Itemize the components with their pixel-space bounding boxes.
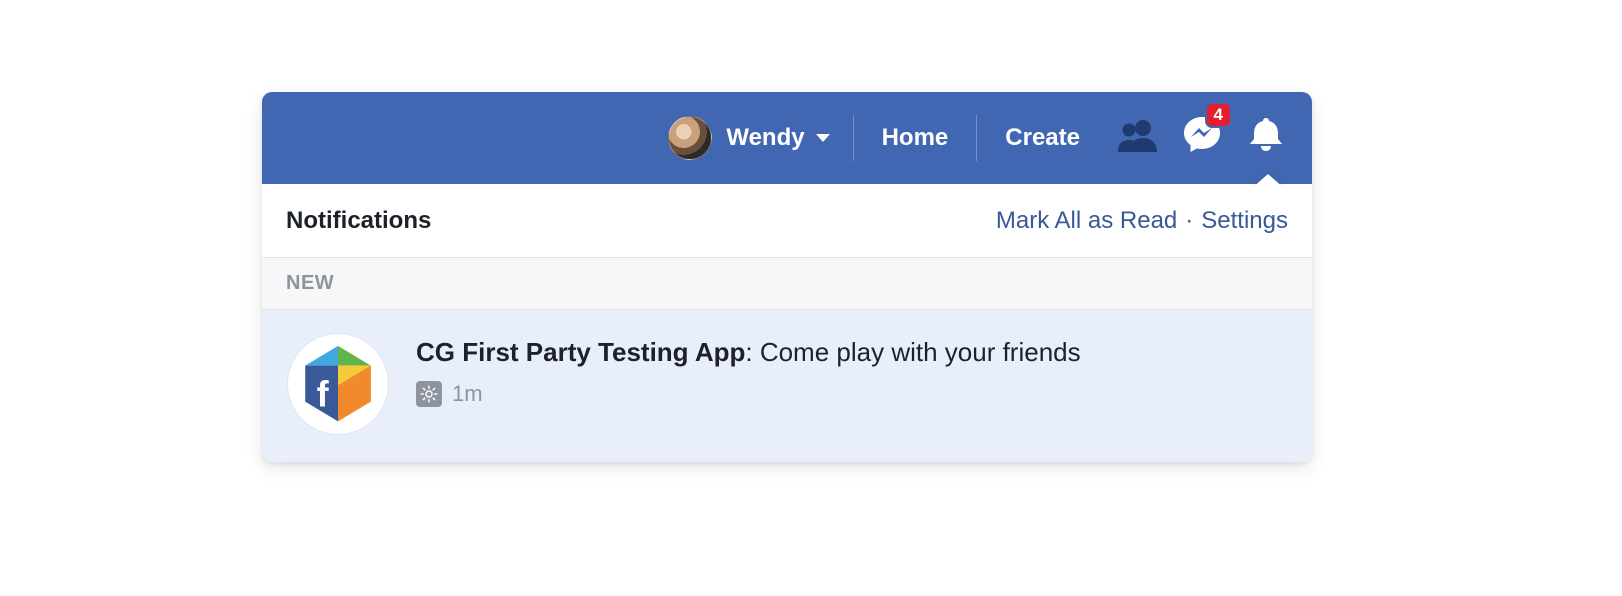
- messenger-badge: 4: [1207, 104, 1230, 126]
- notification-type-icon: [416, 381, 442, 407]
- section-new-label: NEW: [262, 258, 1312, 310]
- caret-down-icon: [815, 132, 831, 144]
- dropdown-header: Notifications Mark All as Read · Setting…: [262, 184, 1312, 258]
- friend-requests-button[interactable]: [1106, 92, 1170, 184]
- friends-icon: [1117, 118, 1159, 159]
- messenger-button[interactable]: 4: [1170, 92, 1234, 184]
- notification-item[interactable]: f CG First Party Testing App: Come play …: [262, 310, 1312, 462]
- nav-separator: [976, 115, 977, 161]
- notification-body: CG First Party Testing App: Come play wi…: [416, 334, 1286, 434]
- nav-separator: [853, 115, 854, 161]
- mark-all-read-link[interactable]: Mark All as Read: [996, 207, 1177, 235]
- dropdown-title: Notifications: [286, 207, 431, 235]
- user-name-label: Wendy: [726, 124, 804, 152]
- dropdown-arrow-icon: [1252, 174, 1284, 188]
- avatar: [668, 116, 712, 160]
- notification-dropdown-panel: Wendy Home Create: [262, 92, 1312, 462]
- bell-icon: [1245, 114, 1287, 163]
- notification-app-avatar: f: [288, 334, 388, 434]
- notification-message: : Come play with your friends: [745, 337, 1080, 367]
- app-cube-icon: f: [297, 341, 379, 428]
- notification-settings-link[interactable]: Settings: [1201, 207, 1288, 235]
- nav-create[interactable]: Create: [979, 124, 1106, 152]
- notification-meta: 1m: [416, 381, 1286, 407]
- notification-app-name: CG First Party Testing App: [416, 337, 745, 367]
- notification-time: 1m: [452, 381, 483, 407]
- notifications-button[interactable]: [1234, 92, 1298, 184]
- svg-text:f: f: [317, 373, 330, 414]
- profile-nav-item[interactable]: Wendy: [648, 116, 850, 160]
- nav-home[interactable]: Home: [856, 124, 975, 152]
- separator-dot: ·: [1177, 207, 1201, 235]
- notification-text: CG First Party Testing App: Come play wi…: [416, 336, 1286, 369]
- nav-home-label: Home: [882, 124, 949, 151]
- top-navbar: Wendy Home Create: [262, 92, 1312, 184]
- nav-create-label: Create: [1005, 124, 1080, 151]
